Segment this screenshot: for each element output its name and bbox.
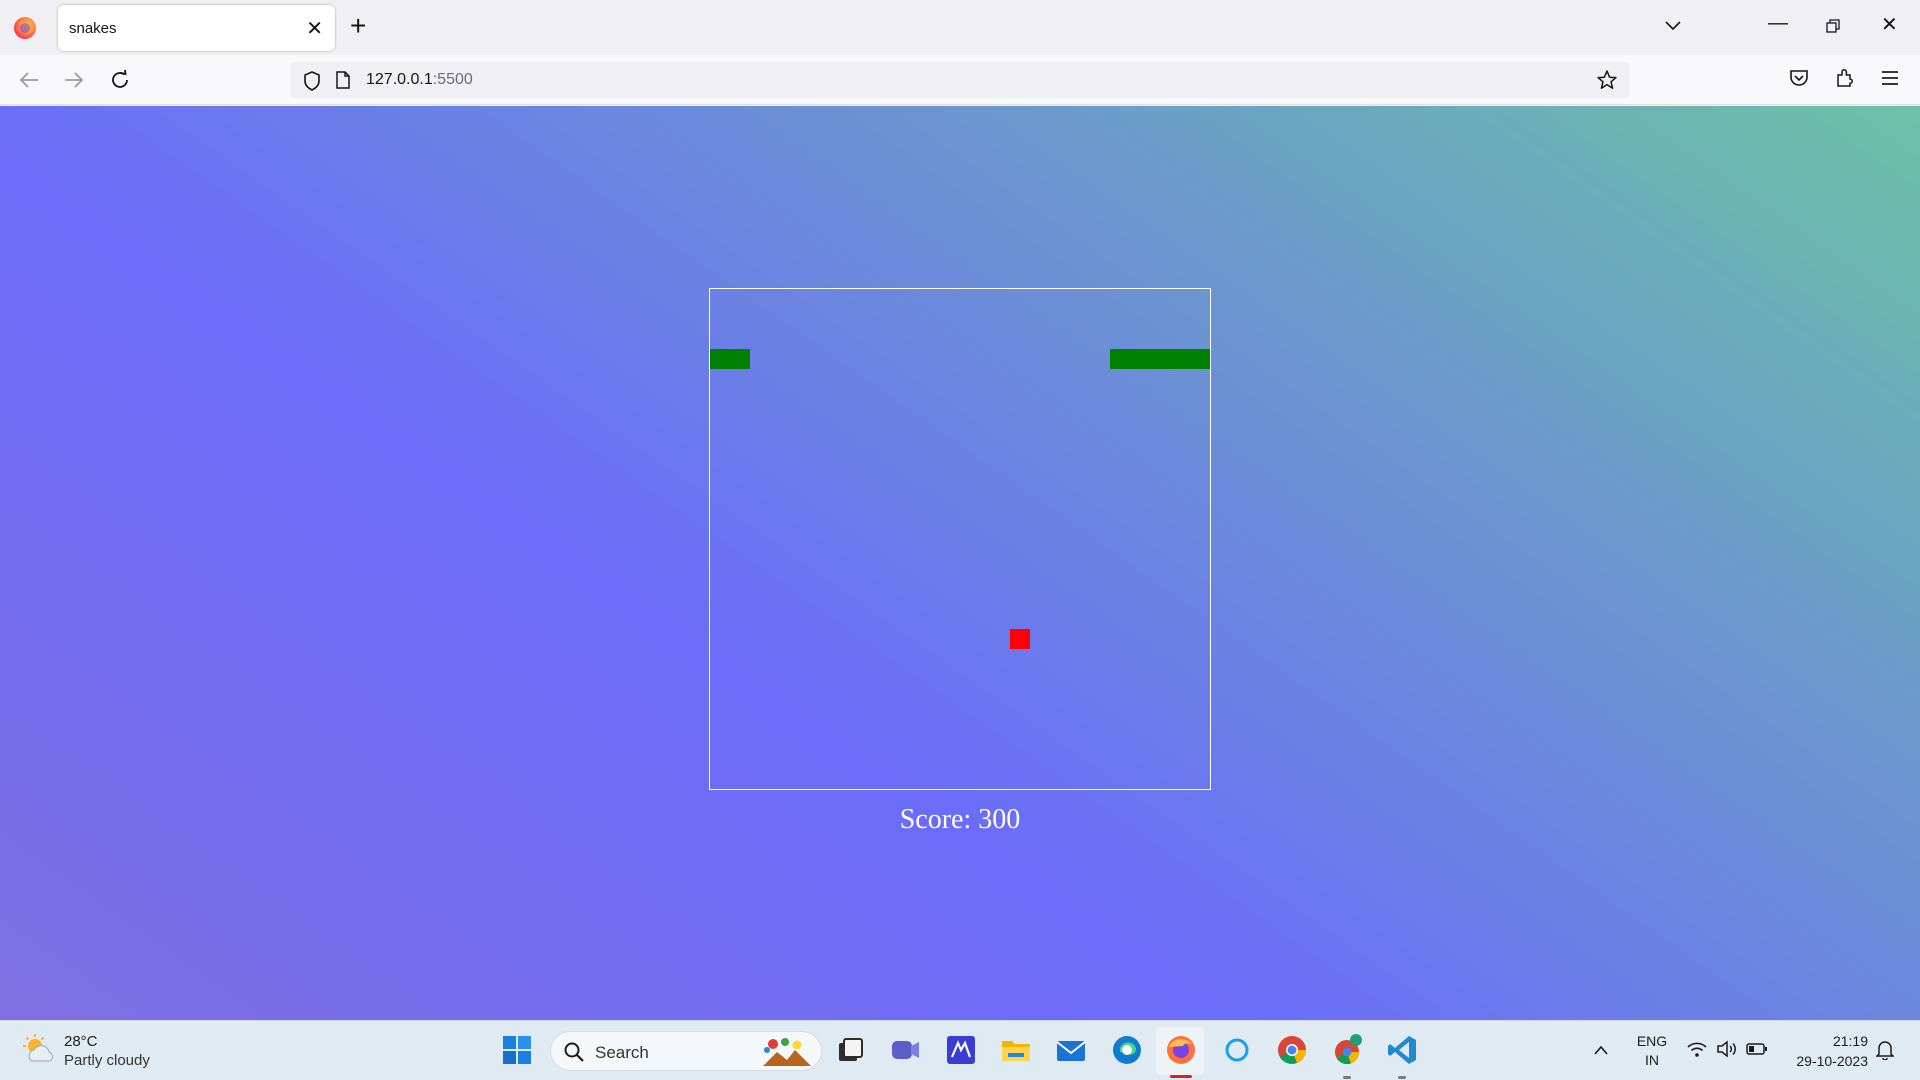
clock-time: 21:19 [1832,1033,1868,1049]
chrome-running-indicator [1343,1076,1351,1079]
language-line-1[interactable]: ENG [1634,1033,1670,1049]
taskbar-clock[interactable]: 21:19 29-10-2023 [1796,1031,1868,1071]
snake-segment [1170,349,1190,369]
taskbar-search-box[interactable]: Search [550,1031,822,1071]
weather-temperature[interactable]: 28°C [64,1033,98,1050]
search-label: Search [595,1043,649,1062]
volume-icon[interactable] [1716,1040,1738,1058]
search-highlight-balloons-icon [763,1038,811,1066]
cortana-circle-icon[interactable] [1220,1033,1254,1067]
task-view-icon[interactable] [833,1033,867,1067]
forward-icon[interactable] [63,70,85,90]
edge-browser-icon[interactable] [1110,1033,1144,1067]
food-item [1010,629,1030,649]
firefox-active-indicator [1170,1075,1192,1078]
snake-segment [1110,349,1130,369]
weather-description[interactable]: Partly cloudy [64,1052,150,1069]
page-content: Score: 300 [0,106,1920,1020]
url-port: :5500 [432,71,473,88]
new-tab-icon[interactable]: + [350,10,366,42]
notification-bell-icon[interactable] [1876,1040,1894,1060]
snake-segment [1190,349,1210,369]
tab-bar: snakes ✕ + — ✕ [0,0,1920,55]
windows-start-icon[interactable] [500,1033,534,1067]
tab-snakes[interactable]: snakes ✕ [58,5,335,51]
firefox-taskbar-icon[interactable] [1164,1033,1198,1067]
chrome-profile-icon[interactable] [1330,1033,1364,1067]
search-icon [564,1042,584,1062]
page-info-icon[interactable] [335,71,351,89]
tracking-protection-shield-icon[interactable] [302,70,322,92]
url-bar[interactable]: 127.0.0.1:5500 [290,62,1630,98]
pocket-icon[interactable] [1788,67,1810,89]
tab-title: snakes [69,20,117,37]
battery-icon[interactable] [1746,1042,1768,1056]
wifi-icon[interactable] [1686,1040,1708,1058]
mail-icon[interactable] [1054,1033,1088,1067]
partly-cloudy-weather-icon[interactable] [22,1033,56,1065]
snake-segment [1150,349,1170,369]
firefox-logo-icon[interactable] [14,17,36,39]
url-host: 127.0.0.1 [366,71,433,88]
navigation-bar: 127.0.0.1:5500 [0,55,1920,105]
back-icon[interactable] [18,70,40,90]
close-tab-icon[interactable]: ✕ [306,16,323,41]
minimize-icon[interactable]: — [1768,12,1788,35]
snake-segment [1130,349,1150,369]
teams-chat-icon[interactable] [888,1033,922,1067]
menu-hamburger-icon[interactable] [1879,67,1901,89]
score-label: Score: 300 [899,804,1021,835]
file-explorer-icon[interactable] [999,1033,1033,1067]
language-line-2[interactable]: IN [1634,1052,1670,1068]
vscode-icon[interactable] [1385,1033,1419,1067]
reload-icon[interactable] [109,69,131,91]
clock-date: 29-10-2023 [1796,1053,1868,1069]
show-hidden-icons-chevron-icon[interactable] [1592,1043,1610,1057]
close-window-icon[interactable]: ✕ [1881,12,1898,37]
app-purple-icon[interactable] [944,1033,978,1067]
url-text[interactable]: 127.0.0.1:5500 [366,71,473,89]
chrome-icon[interactable] [1275,1033,1309,1067]
extensions-icon[interactable] [1834,67,1856,89]
game-board[interactable] [709,288,1211,790]
taskbar: 28°C Partly cloudy Search ENG IN 21:19 2… [0,1020,1920,1080]
snake-segment [710,349,730,369]
restore-icon[interactable] [1826,19,1840,33]
bookmark-star-icon[interactable] [1596,69,1618,91]
vscode-running-indicator [1398,1076,1406,1079]
list-all-tabs-icon[interactable] [1662,14,1684,36]
snake-segment [730,349,750,369]
